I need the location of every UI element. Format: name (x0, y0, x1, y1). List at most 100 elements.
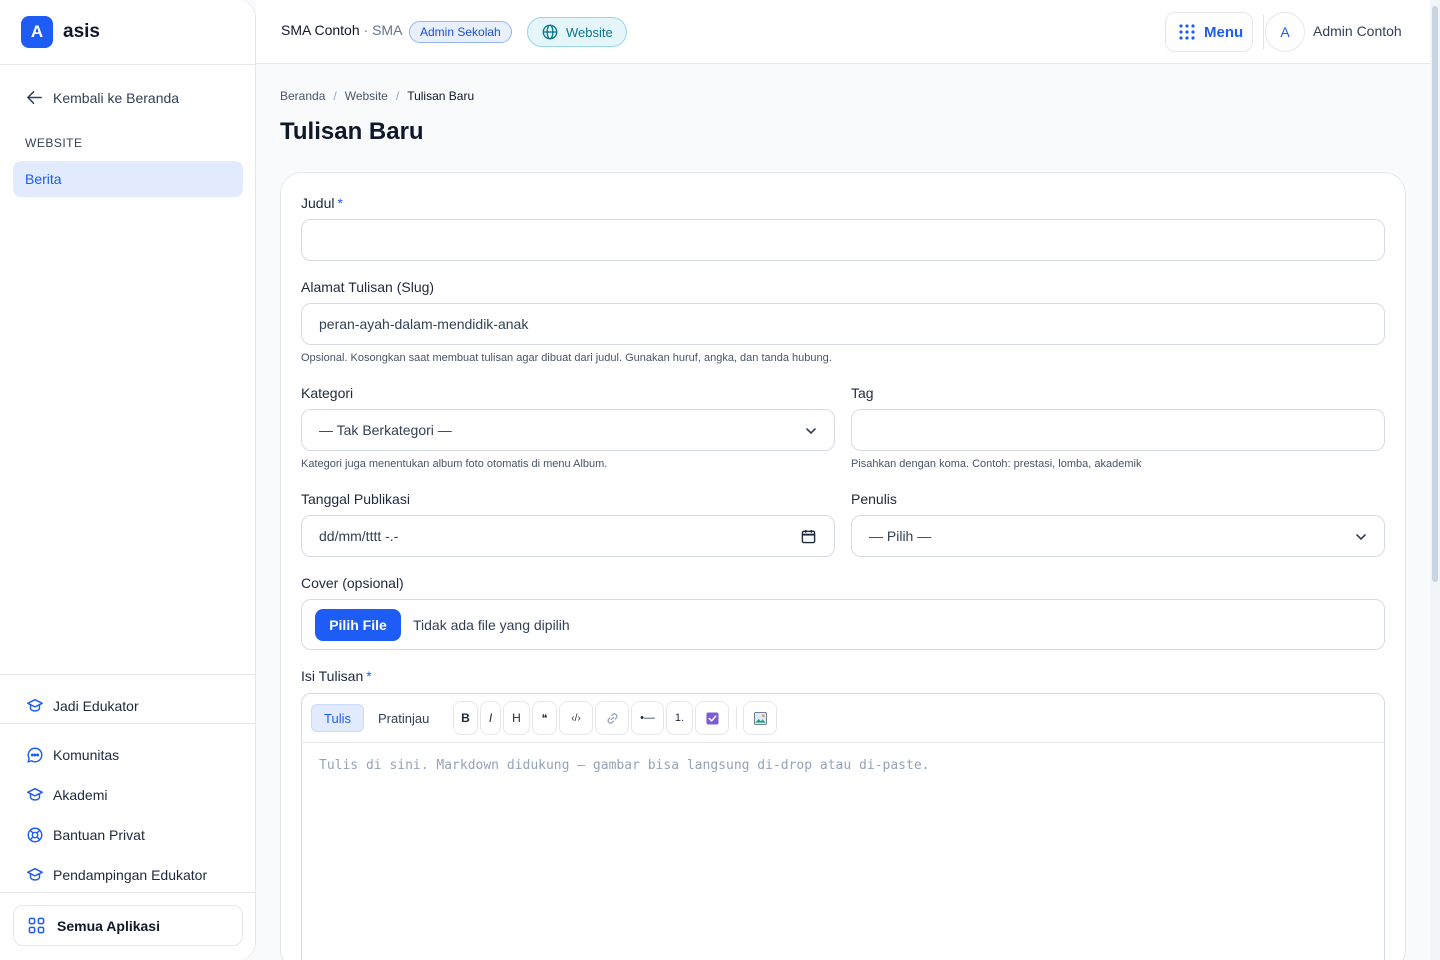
required-mark: * (337, 195, 343, 211)
sidebar: A asis Kembali ke Beranda WEBSITE Berita… (0, 0, 256, 960)
link-button[interactable] (595, 701, 629, 735)
chevron-down-icon (1356, 534, 1366, 541)
link-icon (607, 712, 617, 724)
globe-icon (542, 24, 558, 40)
sidebar-item-label: Komunitas (53, 746, 120, 763)
menu-button[interactable]: Menu (1165, 12, 1253, 52)
category-value: — Tak Berkategori — (319, 422, 452, 438)
cover-label: Cover (opsional) (301, 575, 404, 591)
back-label: Kembali ke Beranda (53, 89, 180, 106)
school-name: SMA Contoh · SMA (281, 22, 402, 38)
tag-hint: Pisahkan dengan koma. Contoh: prestasi, … (851, 458, 1142, 470)
markdown-editor: Tulis Pratinjau B I H ❝ ‹/› •— 1. Tulis … (301, 693, 1385, 960)
category-hint: Kategori juga menentukan album foto otom… (301, 458, 608, 470)
publish-date-label: Tanggal Publikasi (301, 491, 410, 507)
sidebar-item-komunitas[interactable]: Komunitas (25, 745, 119, 764)
brand-name: asis (63, 21, 100, 42)
bullet-list-button[interactable]: •— (631, 701, 664, 735)
chat-bubble-icon (25, 745, 44, 764)
all-apps-button[interactable]: Semua Aplikasi (13, 905, 243, 946)
tab-write[interactable]: Tulis (311, 704, 364, 732)
breadcrumb-website[interactable]: Website (345, 89, 388, 103)
scrollbar-thumb[interactable] (1432, 6, 1438, 582)
numbered-list-button[interactable]: 1. (666, 701, 693, 735)
website-pill[interactable]: Website (527, 17, 627, 47)
scrollbar[interactable] (1430, 0, 1440, 960)
school-separator: · (359, 22, 373, 38)
avatar[interactable]: A (1265, 12, 1305, 52)
sidebar-item-label: Akademi (53, 786, 108, 803)
breadcrumb-separator: / (333, 89, 337, 103)
grid-icon (28, 917, 45, 934)
date-placeholder: dd/mm/tttt -.- (319, 528, 399, 544)
task-list-button[interactable] (695, 701, 729, 735)
divider (0, 674, 255, 675)
calendar-icon[interactable] (801, 529, 816, 544)
sidebar-item-pendampingan-edukator[interactable]: Pendampingan Edukator (25, 865, 207, 884)
author-value: — Pilih — (869, 528, 932, 544)
slug-input[interactable]: peran-ayah-dalam-mendidik-anak (301, 303, 1385, 345)
editor-toolbar: Tulis Pratinjau B I H ❝ ‹/› •— 1. (302, 694, 1384, 743)
sidebar-item-label: Bantuan Privat (53, 826, 145, 843)
divider (0, 892, 255, 893)
category-label: Kategori (301, 385, 354, 401)
toolbar-separator (736, 707, 737, 729)
user-name[interactable]: Admin Contoh (1313, 23, 1402, 39)
sidebar-item-label: Pendampingan Edukator (53, 866, 208, 883)
tag-label: Tag (851, 385, 874, 401)
breadcrumb-current: Tulisan Baru (407, 89, 475, 103)
tag-input[interactable] (851, 409, 1385, 451)
role-badge: Admin Sekolah (409, 21, 512, 43)
sidebar-item-label: Jadi Edukator (53, 697, 139, 714)
topbar: SMA Contoh · SMA Admin Sekolah Website M… (256, 0, 1430, 64)
graduation-cap-icon (25, 696, 44, 715)
page-title: Tulisan Baru (280, 118, 424, 145)
editor-textarea[interactable]: Tulis di sini. Markdown didukung — gamba… (319, 758, 929, 773)
required-mark: * (366, 668, 372, 684)
sidebar-item-jadi-edukator[interactable]: Jadi Edukator (25, 696, 139, 715)
breadcrumb: Beranda / Website / Tulisan Baru (280, 89, 482, 103)
arrow-left-icon (27, 91, 42, 104)
sidebar-item-akademi[interactable]: Akademi (25, 785, 107, 804)
slug-hint: Opsional. Kosongkan saat membuat tulisan… (301, 352, 832, 364)
category-select[interactable]: — Tak Berkategori — (301, 409, 835, 451)
title-input[interactable] (301, 219, 1385, 261)
tab-preview[interactable]: Pratinjau (366, 704, 441, 732)
body-label: Isi Tulisan * (301, 668, 372, 684)
title-label-text: Judul (301, 195, 335, 211)
sidebar-item-berita[interactable]: Berita (13, 161, 243, 197)
all-apps-label: Semua Aplikasi (57, 917, 160, 934)
sidebar-item-bantuan-privat[interactable]: Bantuan Privat (25, 825, 145, 844)
quote-button[interactable]: ❝ (532, 701, 557, 735)
heading-button[interactable]: H (503, 701, 530, 735)
section-label: WEBSITE (25, 136, 83, 150)
choose-file-button[interactable]: Pilih File (315, 609, 401, 641)
checkbox-icon (705, 711, 719, 725)
insert-image-button[interactable] (743, 701, 777, 735)
bold-button[interactable]: B (453, 701, 478, 735)
school-type: SMA (372, 22, 403, 38)
cover-file-input[interactable]: Pilih File Tidak ada file yang dipilih (301, 599, 1385, 650)
back-to-home-link[interactable]: Kembali ke Beranda (25, 88, 179, 107)
website-pill-label: Website (566, 24, 613, 40)
author-select[interactable]: — Pilih — (851, 515, 1385, 557)
breadcrumb-beranda[interactable]: Beranda (280, 89, 325, 103)
slug-label: Alamat Tulisan (Slug) (301, 279, 435, 295)
divider (0, 723, 255, 724)
lifebuoy-icon (25, 825, 44, 844)
dots-grid-icon (1179, 24, 1195, 40)
code-button[interactable]: ‹/› (559, 701, 593, 735)
brand[interactable]: A asis (0, 0, 255, 65)
publish-date-input[interactable]: dd/mm/tttt -.- (301, 515, 835, 557)
italic-button[interactable]: I (480, 701, 501, 735)
title-label: Judul * (301, 195, 343, 211)
graduation-cap-icon (25, 785, 44, 804)
file-status: Tidak ada file yang dipilih (413, 617, 570, 633)
menu-label: Menu (1204, 23, 1244, 41)
school-title: SMA Contoh (281, 22, 360, 38)
graduation-cap-icon (25, 865, 44, 884)
brand-logo: A (21, 16, 53, 48)
body-label-text: Isi Tulisan (301, 668, 364, 684)
author-label: Penulis (851, 491, 897, 507)
image-icon (753, 711, 767, 725)
